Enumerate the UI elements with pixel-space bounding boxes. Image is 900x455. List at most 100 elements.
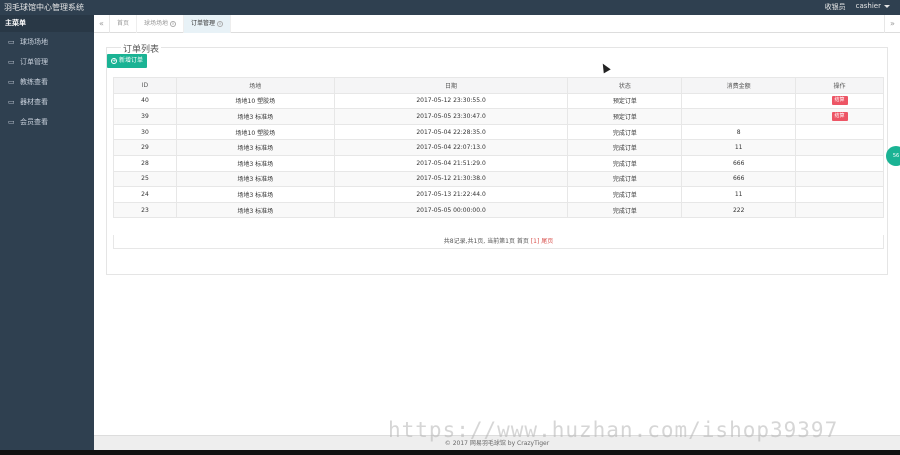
pagination: 共8记录,共1页, 当前第1页 首页 [1] 尾页 — [113, 235, 884, 249]
sidebar-item-courts[interactable]: ▭ 球场场地 — [0, 32, 94, 52]
sidebar-item-label: 订单管理 — [20, 58, 48, 66]
table-row: 25 场地3 标准场 2017-05-12 21:30:38.0 完成订单 66… — [113, 170, 884, 188]
cell-status: 预定订单 — [567, 92, 683, 110]
main-content: 订单列表 + 新增订单 ID 场地 日期 状态 消费金额 操作 40 场地10 … — [94, 33, 900, 435]
cell-action — [795, 154, 884, 172]
cell-date: 2017-05-12 21:30:38.0 — [333, 170, 569, 188]
sidebar-item-label: 球场场地 — [20, 38, 48, 46]
cell-court: 场地3 标准场 — [175, 201, 335, 219]
cell-amount — [681, 92, 797, 110]
sidebar-item-equipment[interactable]: ▭ 器材查看 — [0, 92, 94, 112]
tab-label: 球场场地 — [144, 20, 169, 27]
tab-scroll-left-button[interactable]: « — [94, 15, 110, 33]
cell-court: 场地3 标准场 — [175, 186, 335, 203]
cell-id: 29 — [113, 139, 177, 156]
tab-orders[interactable]: 订单管理 × — [184, 15, 232, 33]
cell-court: 场地3 标准场 — [175, 154, 335, 172]
cell-amount: 222 — [681, 201, 797, 219]
tab-label: 订单管理 — [191, 20, 216, 27]
cell-court: 场地10 塑胶场 — [175, 92, 335, 110]
cell-action: 结算 — [795, 108, 884, 125]
settle-button[interactable]: 结算 — [831, 96, 848, 106]
folder-icon: ▭ — [8, 77, 15, 86]
user-area: 收银员 cashier — [825, 2, 890, 12]
col-header-date: 日期 — [333, 77, 569, 94]
cell-date: 2017-05-05 00:00:00.0 — [333, 201, 569, 219]
tab-bar: « 首页 球场场地 × 订单管理 × » — [94, 15, 900, 33]
table-row: 40 场地10 塑胶场 2017-05-12 23:30:55.0 预定订单 结… — [113, 92, 884, 110]
sidebar-item-orders[interactable]: ▭ 订单管理 — [0, 52, 94, 72]
table-row: 29 场地3 标准场 2017-05-04 22:07:13.0 完成订单 11 — [113, 139, 884, 156]
cell-amount: 666 — [681, 154, 797, 172]
cell-status: 完成订单 — [567, 123, 683, 141]
cell-id: 25 — [113, 170, 177, 188]
cell-action — [795, 201, 884, 219]
table-header-row: ID 场地 日期 状态 消费金额 操作 — [113, 77, 884, 94]
taskbar-strip — [0, 450, 900, 455]
table-row: 23 场地3 标准场 2017-05-05 00:00:00.0 完成订单 22… — [113, 201, 884, 219]
sidebar-item-coaches[interactable]: ▭ 教练查看 — [0, 72, 94, 92]
cell-court: 场地3 标准场 — [175, 108, 335, 125]
top-bar: 羽毛球馆中心管理系统 收银员 cashier — [0, 0, 900, 15]
page-link-current[interactable]: [1] — [531, 238, 540, 245]
add-order-button[interactable]: + 新增订单 — [107, 54, 148, 68]
plus-icon: + — [111, 58, 117, 64]
cell-amount: 8 — [681, 123, 797, 141]
cell-action — [795, 186, 884, 203]
app-title: 羽毛球馆中心管理系统 — [4, 3, 84, 12]
cell-date: 2017-05-04 22:28:35.0 — [333, 123, 569, 141]
cell-id: 24 — [113, 186, 177, 203]
table-row: 24 场地3 标准场 2017-05-13 21:22:44.0 完成订单 11 — [113, 186, 884, 203]
float-badge[interactable]: 56 — [886, 146, 900, 166]
close-icon[interactable]: × — [217, 21, 224, 27]
cell-date: 2017-05-04 21:51:29.0 — [333, 154, 569, 172]
folder-icon: ▭ — [8, 97, 15, 106]
folder-icon: ▭ — [8, 37, 15, 46]
user-role: 收银员 — [824, 3, 846, 11]
page-link-last[interactable]: 尾页 — [541, 238, 553, 245]
cell-amount: 11 — [681, 139, 797, 156]
chevron-down-icon — [884, 4, 890, 8]
sidebar-item-label: 教练查看 — [20, 78, 48, 86]
folder-icon: ▭ — [8, 117, 15, 126]
sidebar-item-label: 器材查看 — [20, 98, 48, 106]
table-row: 28 场地3 标准场 2017-05-04 21:51:29.0 完成订单 66… — [113, 154, 884, 172]
cell-court: 场地10 塑胶场 — [175, 123, 335, 141]
close-icon[interactable]: × — [170, 21, 177, 27]
sidebar-header: 主菜单 — [0, 15, 94, 32]
sidebar-item-members[interactable]: ▭ 会员查看 — [0, 112, 94, 132]
settle-button[interactable]: 结算 — [831, 111, 848, 121]
cell-status: 完成订单 — [567, 201, 683, 219]
cell-date: 2017-05-13 21:22:44.0 — [333, 186, 569, 203]
cell-status: 完成订单 — [567, 186, 683, 203]
tab-list: 首页 球场场地 × 订单管理 × — [110, 15, 232, 33]
cell-action — [795, 170, 884, 188]
table-row: 30 场地10 塑胶场 2017-05-04 22:28:35.0 完成订单 8 — [113, 123, 884, 141]
tab-scroll-right-button[interactable]: » — [884, 15, 900, 33]
cell-court: 场地3 标准场 — [175, 139, 335, 156]
col-header-action: 操作 — [795, 77, 884, 94]
user-name: cashier — [855, 2, 881, 10]
cell-action — [795, 139, 884, 156]
sidebar-item-label: 会员查看 — [20, 118, 48, 126]
cell-amount: 666 — [681, 170, 797, 188]
order-list-panel: 订单列表 + 新增订单 ID 场地 日期 状态 消费金额 操作 40 场地10 … — [106, 42, 888, 275]
cell-date: 2017-05-05 23:30:47.0 — [333, 108, 569, 125]
user-menu[interactable]: cashier — [856, 2, 890, 12]
cell-date: 2017-05-04 22:07:13.0 — [333, 139, 569, 156]
tab-label: 首页 — [117, 20, 130, 27]
col-header-court: 场地 — [175, 77, 335, 94]
cell-date: 2017-05-12 23:30:55.0 — [333, 92, 569, 110]
cell-id: 23 — [113, 201, 177, 219]
cell-action: 结算 — [795, 92, 884, 110]
cell-id: 30 — [113, 123, 177, 141]
folder-icon: ▭ — [8, 57, 15, 66]
sidebar: 主菜单 ▭ 球场场地 ▭ 订单管理 ▭ 教练查看 ▭ 器材查看 ▭ 会员查看 — [0, 15, 98, 450]
cell-action — [795, 123, 884, 141]
cell-court: 场地3 标准场 — [175, 170, 335, 188]
cell-id: 28 — [113, 154, 177, 172]
tab-home[interactable]: 首页 — [110, 15, 138, 33]
tab-courts[interactable]: 球场场地 × — [137, 15, 185, 33]
cell-amount — [681, 108, 797, 125]
col-header-amount: 消费金额 — [681, 77, 797, 94]
